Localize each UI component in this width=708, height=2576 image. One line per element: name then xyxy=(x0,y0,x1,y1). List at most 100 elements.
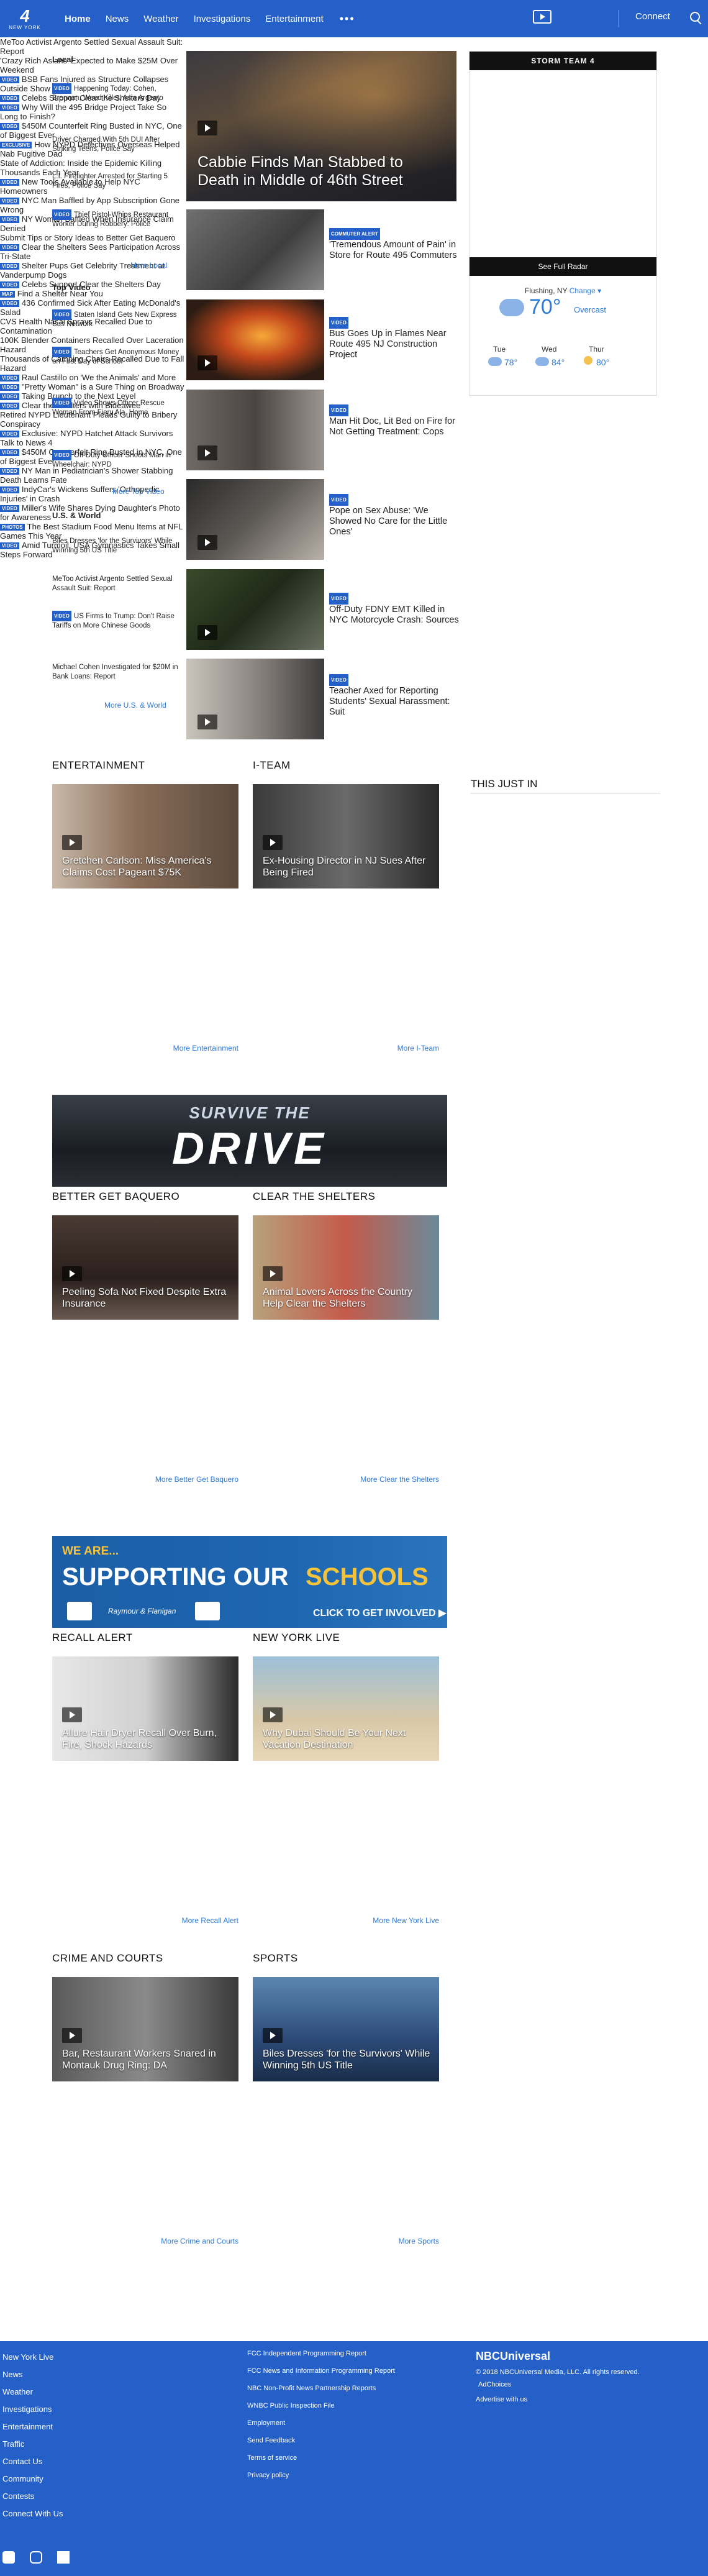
footer-link[interactable]: NBC Non-Profit News Partnership Reports xyxy=(247,2385,376,2392)
list-item[interactable]: L.I. Firefighter Arrested for Starting 5… xyxy=(52,172,183,191)
block-feature-headline[interactable]: Peeling Sofa Not Fixed Despite Extra Ins… xyxy=(62,1286,230,1310)
play-icon[interactable] xyxy=(62,2028,82,2043)
list-item[interactable]: VIDEO Why Will the 495 Bridge Project Tak… xyxy=(0,103,186,121)
block-feature-image[interactable]: Allure Hair Dryer Recall Over Burn, Fire… xyxy=(52,1656,238,1761)
footer-nav-link[interactable]: Investigations xyxy=(2,2405,52,2414)
list-item[interactable]: Driver Charged With 5th DUI After Striki… xyxy=(52,135,183,154)
footer-nav-link[interactable]: Community xyxy=(2,2474,43,2483)
list-item[interactable]: VIDEO Happening Today: Cohen, Brennan, We… xyxy=(52,83,183,103)
block-feature-headline[interactable]: Biles Dresses 'for the Survivors' While … xyxy=(263,2048,430,2071)
weather-map[interactable] xyxy=(470,70,656,257)
footer-nav-link[interactable]: News xyxy=(2,2370,23,2379)
block-feature-image[interactable]: Biles Dresses 'for the Survivors' While … xyxy=(253,1977,439,2081)
block-more-link[interactable]: More Sports xyxy=(253,2237,439,2245)
live-tv-icon[interactable] xyxy=(533,10,551,24)
play-icon[interactable] xyxy=(197,121,217,135)
story-thumbnail[interactable] xyxy=(186,390,324,470)
play-icon[interactable] xyxy=(62,835,82,850)
play-icon[interactable] xyxy=(263,2028,283,2043)
nav-entertainment[interactable]: Entertainment xyxy=(265,14,323,24)
list-item[interactable]: Michael Cohen Investigated for $20M in B… xyxy=(52,663,183,682)
footer-link[interactable]: Privacy policy xyxy=(247,2472,289,2479)
block-more-link[interactable]: More Entertainment xyxy=(52,1044,238,1053)
footer-link[interactable]: FCC News and Information Programming Rep… xyxy=(247,2367,395,2375)
story-headline[interactable]: VIDEO Off-Duty FDNY EMT Killed in NYC Mot… xyxy=(329,593,460,626)
footer-link[interactable]: Send Feedback xyxy=(247,2437,295,2444)
list-item[interactable]: VIDEO Thief Pistol-Whips Restaurant Worke… xyxy=(52,209,183,229)
block-feature-headline[interactable]: Ex-Housing Director in NJ Sues After Bei… xyxy=(263,855,430,879)
nav-news[interactable]: News xyxy=(106,14,129,24)
more-local-link[interactable]: More Local xyxy=(130,261,167,270)
supporting-schools-ad[interactable]: WE ARE... SUPPORTING OUR SCHOOLS Raymour… xyxy=(52,1536,447,1628)
footer-link[interactable]: WNBC Public Inspection File xyxy=(247,2402,335,2409)
block-feature-image[interactable]: Animal Lovers Across the Country Help Cl… xyxy=(253,1215,439,1320)
nav-investigations[interactable]: Investigations xyxy=(194,14,251,24)
block-more-link[interactable]: More Better Get Baquero xyxy=(52,1475,238,1484)
block-feature-image[interactable]: Peeling Sofa Not Fixed Despite Extra Ins… xyxy=(52,1215,238,1320)
nav-weather[interactable]: Weather xyxy=(143,14,178,24)
story-thumbnail[interactable] xyxy=(186,569,324,650)
block-more-link[interactable]: More Crime and Courts xyxy=(52,2237,238,2245)
list-item[interactable]: MAP Find a Shelter Near You xyxy=(0,289,186,298)
block-more-link[interactable]: More Recall Alert xyxy=(52,1916,238,1925)
list-item[interactable]: VIDEO Staten Island Gets New Express Bus … xyxy=(52,309,183,329)
list-item[interactable]: VIDEO "Pretty Woman" is a Sure Thing on B… xyxy=(0,382,186,391)
list-item[interactable]: VIDEO Exclusive: NYPD Hatchet Attack Surv… xyxy=(0,429,186,447)
play-icon[interactable] xyxy=(62,1707,82,1722)
story-thumbnail[interactable] xyxy=(186,299,324,380)
nav-home[interactable]: Home xyxy=(65,14,91,24)
list-item[interactable]: MeToo Activist Argento Settled Sexual As… xyxy=(0,37,186,56)
block-feature-image[interactable]: Bar, Restaurant Workers Snared in Montau… xyxy=(52,1977,238,2081)
advertise-link[interactable]: Advertise with us xyxy=(476,2396,527,2403)
list-item[interactable]: VIDEO US Firms to Trump: Don't Raise Tari… xyxy=(52,611,183,631)
list-item[interactable]: VIDEO Celebs Support Clear the Shelters D… xyxy=(0,280,186,289)
story-headline[interactable]: VIDEO Pope on Sex Abuse: 'We Showed No Ca… xyxy=(329,494,460,537)
play-icon[interactable] xyxy=(197,715,217,729)
lead-headline[interactable]: Cabbie Finds Man Stabbed to Death in Mid… xyxy=(197,153,440,190)
block-feature-image[interactable]: Gretchen Carlson: Miss America's Claims … xyxy=(52,784,238,888)
story-headline[interactable]: VIDEO Man Hit Doc, Lit Bed on Fire for No… xyxy=(329,404,460,437)
footer-link[interactable]: FCC Independent Programming Report xyxy=(247,2350,366,2357)
footer-nav-link[interactable]: Connect With Us xyxy=(2,2509,63,2518)
block-feature-headline[interactable]: Gretchen Carlson: Miss America's Claims … xyxy=(62,855,230,879)
list-item[interactable]: VIDEO Teachers Get Anonymous Money on Fir… xyxy=(52,347,183,367)
footer-nav-link[interactable]: Traffic xyxy=(2,2439,24,2449)
footer-nav-link[interactable]: Weather xyxy=(2,2387,33,2396)
list-item[interactable]: VIDEO Raul Castillo on 'We the Animals' a… xyxy=(0,373,186,382)
instagram-icon[interactable] xyxy=(30,2551,42,2564)
list-item[interactable]: VIDEO Clear the Shelters Sees Participati… xyxy=(0,242,186,261)
block-feature-image[interactable]: Why Dubai Should Be Your Next Vacation D… xyxy=(253,1656,439,1761)
survive-the-drive-ad[interactable]: SURVIVE THE DRIVE xyxy=(52,1095,447,1187)
adchoices-link[interactable]: AdChoices xyxy=(478,2381,511,2388)
play-icon[interactable] xyxy=(197,535,217,550)
block-more-link[interactable]: More Clear the Shelters xyxy=(253,1475,439,1484)
story-headline[interactable]: VIDEO Teacher Axed for Reporting Students… xyxy=(329,674,460,718)
see-full-radar-button[interactable]: See Full Radar xyxy=(470,257,656,276)
more-menu-icon[interactable]: ••• xyxy=(340,12,355,25)
list-item[interactable]: VIDEO Off-Duty Officer Shoots Man in Whee… xyxy=(52,450,183,470)
change-location-link[interactable]: Change xyxy=(570,286,596,295)
footer-nav-link[interactable]: Contact Us xyxy=(2,2457,42,2466)
connect-button[interactable]: Connect xyxy=(635,11,670,22)
block-feature-image[interactable]: Ex-Housing Director in NJ Sues After Bei… xyxy=(253,784,439,888)
more-top-video-link[interactable]: More Top Video xyxy=(112,487,165,496)
play-icon[interactable] xyxy=(197,445,217,460)
story-thumbnail[interactable] xyxy=(186,659,324,739)
facebook-icon[interactable] xyxy=(57,2551,70,2564)
block-feature-headline[interactable]: Animal Lovers Across the Country Help Cl… xyxy=(263,1286,430,1310)
footer-nav-link[interactable]: Entertainment xyxy=(2,2422,53,2431)
story-headline[interactable]: COMMUTER ALERT 'Tremendous Amount of Pain… xyxy=(329,228,460,261)
story-thumbnail[interactable] xyxy=(186,209,324,290)
block-feature-headline[interactable]: Bar, Restaurant Workers Snared in Montau… xyxy=(62,2048,230,2071)
more-us-world-link[interactable]: More U.S. & World xyxy=(104,701,166,710)
block-more-link[interactable]: More New York Live xyxy=(253,1916,439,1925)
block-feature-headline[interactable]: Why Dubai Should Be Your Next Vacation D… xyxy=(263,1727,430,1751)
twitter-icon[interactable] xyxy=(2,2551,15,2564)
block-feature-headline[interactable]: Allure Hair Dryer Recall Over Burn, Fire… xyxy=(62,1727,230,1751)
story-thumbnail[interactable] xyxy=(186,479,324,560)
lead-story-image[interactable]: Cabbie Finds Man Stabbed to Death in Mid… xyxy=(186,51,456,201)
list-item[interactable]: MeToo Activist Argento Settled Sexual As… xyxy=(52,575,183,593)
play-icon[interactable] xyxy=(263,1266,283,1281)
story-headline[interactable]: VIDEO Bus Goes Up in Flames Near Route 49… xyxy=(329,317,460,360)
play-icon[interactable] xyxy=(197,625,217,640)
